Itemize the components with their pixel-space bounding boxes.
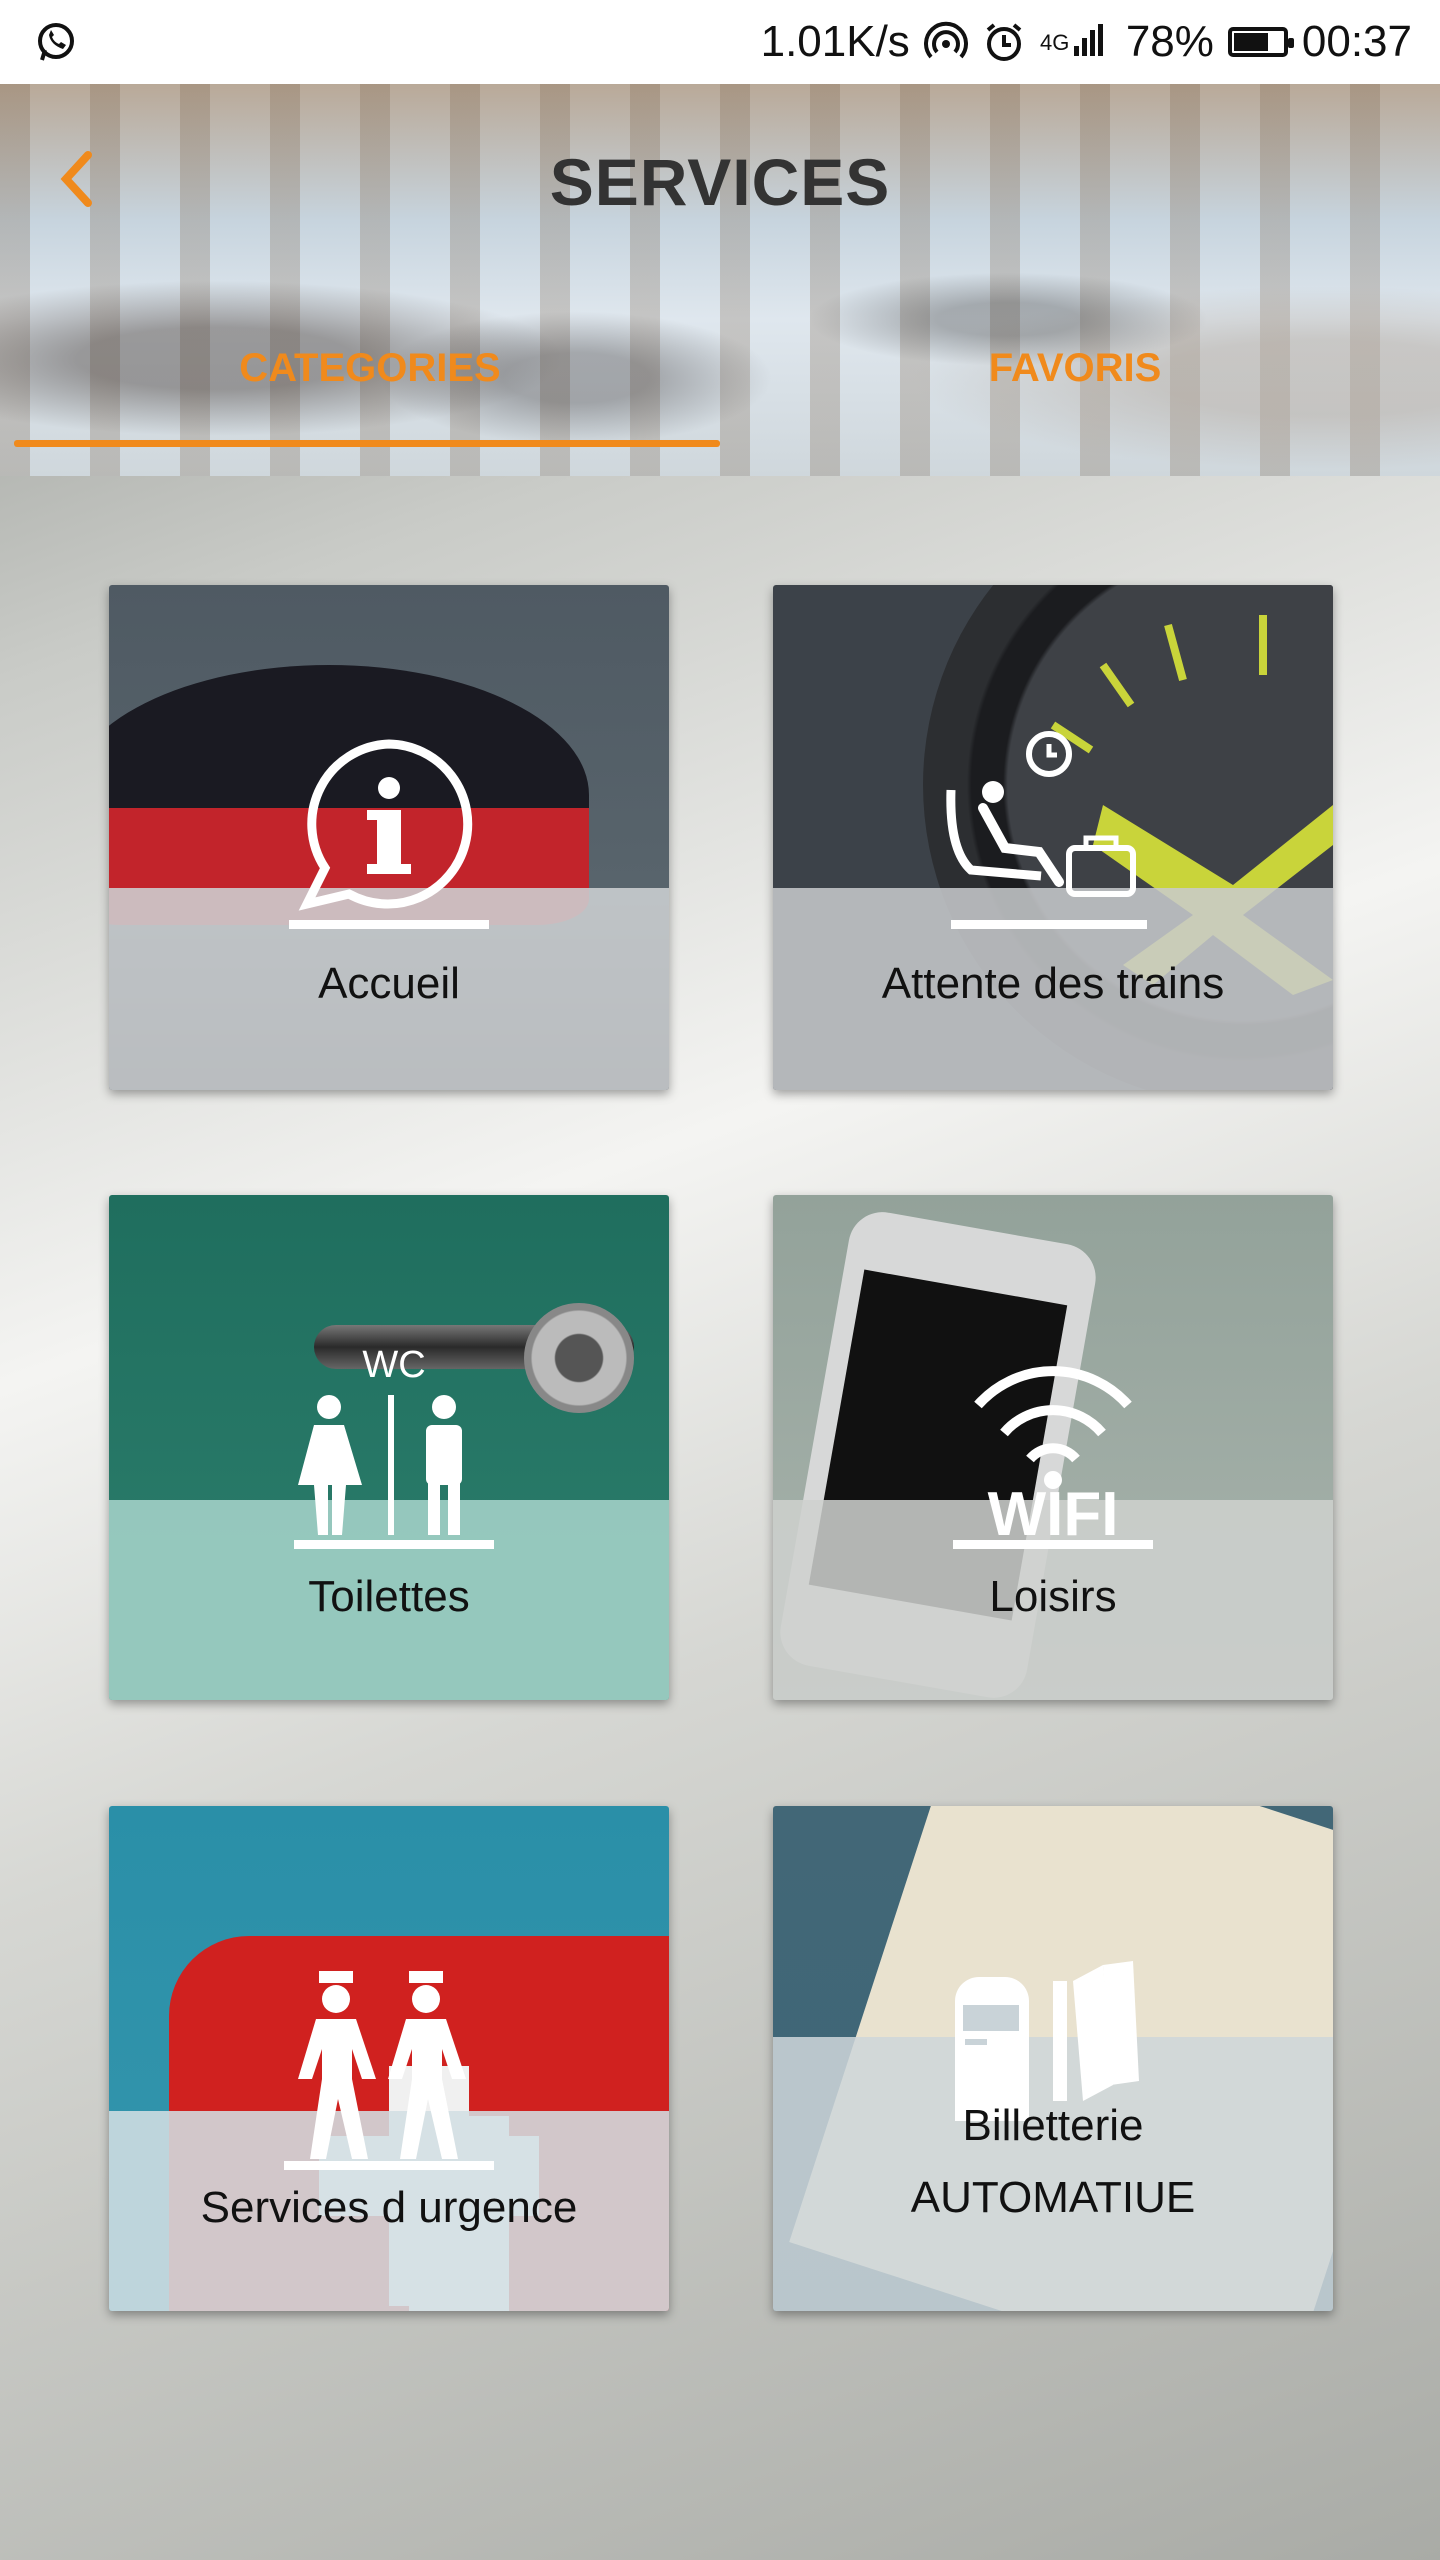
network-type: 4G: [1040, 30, 1069, 55]
tile-label: Attente des trains: [881, 959, 1225, 1008]
category-tile-loisirs[interactable]: WIFI Loisirs: [773, 1195, 1333, 1700]
wifi-icon: WIFI: [953, 1366, 1153, 1549]
tile-label-line2: AUTOMATIUE: [910, 2173, 1196, 2222]
tab-indicator: [14, 440, 720, 447]
tile-label: Toilettes: [308, 1572, 470, 1621]
hotspot-icon: [923, 20, 968, 64]
security-agents-icon: [284, 1971, 494, 2170]
header: SERVICES CATEGORIES FAVORIS: [0, 84, 1440, 476]
page-title: SERVICES: [549, 145, 891, 219]
whatsapp-icon: [34, 20, 78, 64]
category-tile-billetterie[interactable]: Billetterie AUTOMATIUE: [773, 1806, 1333, 2311]
status-bar: 1.01K/s 4G 78% 00:37: [0, 0, 1440, 84]
battery-percent: 78%: [1125, 17, 1214, 66]
clock: 00:37: [1301, 17, 1412, 66]
wc-icon: WC: [294, 1345, 494, 1549]
svg-text:WC: WC: [362, 1345, 425, 1386]
signal-icon: 4G: [1040, 20, 1112, 64]
net-speed: 1.01K/s: [760, 17, 910, 66]
waiting-seat-icon: [946, 731, 1147, 929]
svg-text:WIFI: WIFI: [988, 1480, 1119, 1549]
tab-categories[interactable]: CATEGORIES: [160, 346, 580, 391]
tile-label: Services d urgence: [200, 2183, 578, 2232]
category-tile-accueil[interactable]: Accueil: [109, 585, 669, 1090]
category-tile-urgence[interactable]: Services d urgence: [109, 1806, 669, 2311]
tile-label: Accueil: [318, 959, 460, 1008]
tile-label: Billetterie AUTOMATIUE: [773, 2090, 1333, 2234]
battery-icon: [1227, 27, 1294, 57]
category-tile-toilettes[interactable]: WC Toilettes: [109, 1195, 669, 1700]
tile-label-line1: Billetterie: [962, 2101, 1144, 2150]
tab-favoris[interactable]: FAVORIS: [865, 346, 1285, 391]
alarm-icon: [982, 20, 1026, 64]
info-bubble-icon: [289, 739, 489, 929]
tile-label: Loisirs: [989, 1572, 1117, 1621]
category-tile-attente[interactable]: Attente des trains: [773, 585, 1333, 1090]
